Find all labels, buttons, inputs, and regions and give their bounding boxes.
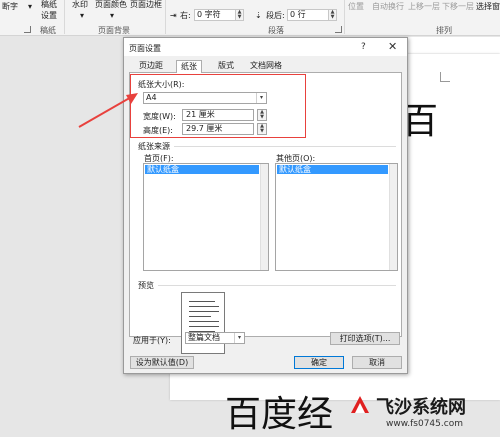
brand-logo-icon	[351, 396, 369, 413]
brand-name: 飞沙系统网	[376, 397, 466, 418]
tab-paper[interactable]: 纸张	[176, 60, 202, 73]
brand-url: www.fs0745.com	[386, 419, 463, 429]
annotation-arrow-icon	[78, 93, 138, 128]
